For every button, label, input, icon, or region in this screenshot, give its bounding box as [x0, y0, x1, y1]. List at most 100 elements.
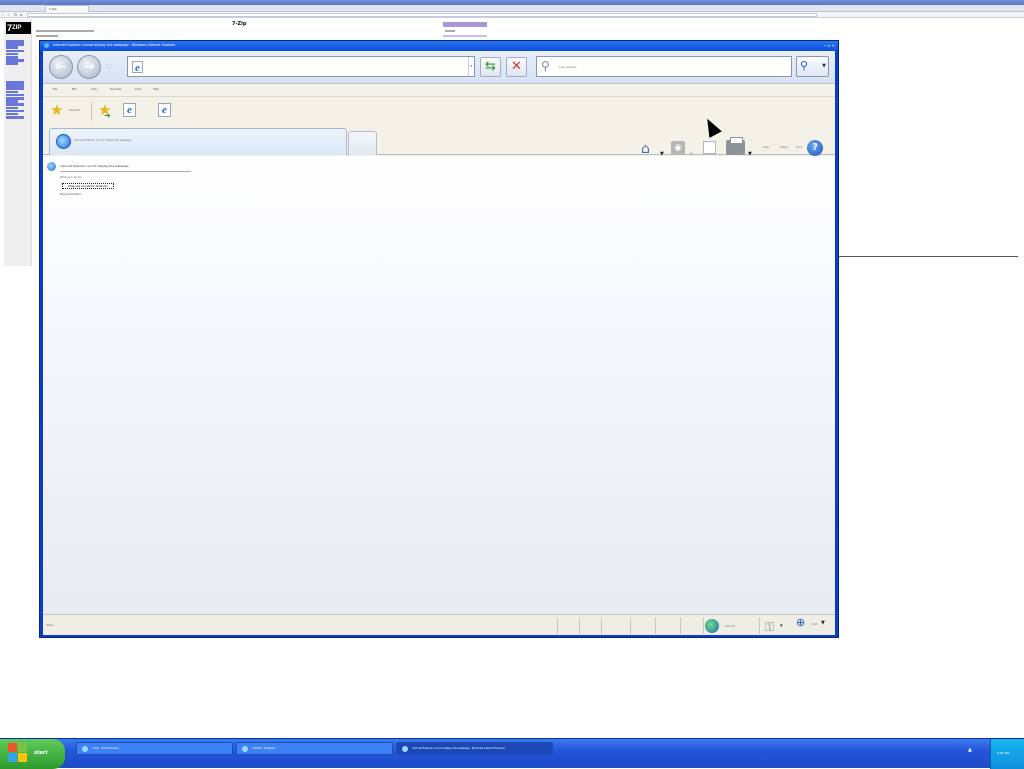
- start-label: start: [34, 750, 48, 756]
- chevron-down-icon[interactable]: ▼: [822, 63, 826, 69]
- refresh-button[interactable]: ⇆: [480, 57, 501, 77]
- zip-nav-link[interactable]: [6, 116, 24, 119]
- status-divider: [655, 618, 656, 634]
- feeds-icon[interactable]: ◉: [671, 141, 685, 155]
- help-icon[interactable]: ?: [807, 140, 823, 156]
- zone-label: Internet: [725, 625, 735, 628]
- search-box[interactable]: ⚲: [536, 56, 792, 77]
- tools-menu[interactable]: Tools: [796, 146, 802, 149]
- ff-reload-icon[interactable]: ↻: [14, 12, 17, 18]
- status-divider: [680, 618, 681, 634]
- task-label: 7-Zip - Mozilla Firefox: [92, 747, 119, 750]
- search-button[interactable]: ⚲ ▼: [796, 56, 829, 77]
- menu-tools[interactable]: Tools: [135, 88, 141, 91]
- status-divider: [759, 618, 760, 634]
- status-divider: [579, 618, 580, 634]
- stop-button[interactable]: ✕: [506, 57, 527, 77]
- ie-titlebar[interactable]: Internet Explorer cannot display the web…: [40, 41, 838, 51]
- background-rule: [838, 256, 1018, 257]
- background-browser-navbar: ‹ › ↻ ⌂: [0, 12, 1024, 18]
- suggested-sites-icon[interactable]: e: [123, 103, 136, 117]
- maximize-icon[interactable]: ▫: [828, 43, 831, 48]
- add-to-favorites-icon[interactable]: ★ ➜: [98, 102, 111, 121]
- logo-blue: [8, 753, 17, 762]
- back-button[interactable]: ←: [49, 55, 73, 79]
- taskbar-button-notepad[interactable]: Untitled - Notepad: [236, 742, 393, 755]
- ie-title-icon: [44, 43, 49, 48]
- zoom-level[interactable]: 100%: [811, 623, 818, 626]
- ff-back-icon[interactable]: ‹: [2, 12, 4, 18]
- zip-nav-link[interactable]: [6, 62, 18, 65]
- ff-forward-icon[interactable]: ›: [8, 12, 10, 18]
- favorites-label[interactable]: Favorites: [69, 109, 80, 112]
- read-mail-icon[interactable]: [703, 141, 716, 154]
- menu-bar: File Edit View Favorites Tools Help: [43, 85, 835, 97]
- menu-file[interactable]: File: [53, 88, 57, 91]
- menu-view[interactable]: View: [91, 88, 97, 91]
- status-divider: [557, 618, 558, 634]
- menu-favorites[interactable]: Favorites: [110, 88, 121, 91]
- ie-page-icon: e: [132, 61, 143, 74]
- ie-globe-icon: [56, 134, 71, 149]
- task-label: Internet Explorer cannot display the web…: [412, 747, 505, 750]
- print-icon[interactable]: [726, 137, 745, 155]
- zip-nav-links: [4, 40, 24, 66]
- address-input[interactable]: [152, 60, 452, 74]
- heading-rule: [60, 171, 191, 172]
- search-input[interactable]: [559, 60, 779, 74]
- logo-yellow: [18, 753, 27, 762]
- search-icon: ⚲: [541, 59, 550, 73]
- clock[interactable]: 8:06 PM: [997, 751, 1009, 755]
- refresh-icon: ⇆: [485, 59, 496, 74]
- ff-home-icon[interactable]: ⌂: [20, 12, 23, 18]
- taskbar-button-ie[interactable]: Internet Explorer cannot display the web…: [396, 742, 553, 755]
- tab-label: Internet Explorer cannot display the web…: [74, 139, 132, 142]
- zip-text-line: [36, 35, 58, 37]
- safety-menu[interactable]: Safety: [780, 146, 788, 149]
- tab-current[interactable]: Internet Explorer cannot display the web…: [49, 128, 347, 155]
- more-information-link[interactable]: More information: [60, 193, 81, 196]
- diagnose-connection-button[interactable]: Diagnose Connection Problems: [62, 183, 114, 189]
- ie-navigation-bar: ← → ♡ e ▾ ⇆ ✕ ⚲ ⚲ ▼: [43, 51, 835, 84]
- menu-edit[interactable]: Edit: [72, 88, 77, 91]
- web-slice-gallery-icon[interactable]: e: [158, 103, 171, 117]
- page-menu[interactable]: Page: [763, 146, 769, 149]
- zip-sidebar: 7ZIP: [4, 19, 32, 266]
- protected-mode-icon[interactable]: ⚿: [765, 620, 774, 634]
- zip-text-line: [445, 30, 455, 32]
- zip-download-box[interactable]: [443, 22, 487, 27]
- address-dropdown-icon[interactable]: ▾: [468, 57, 474, 76]
- status-divider: [703, 618, 704, 634]
- zoom-icon[interactable]: ⊕: [796, 616, 805, 629]
- what-you-can-try: What you can try:: [60, 176, 83, 179]
- zip-text-line: [36, 30, 94, 32]
- menu-help[interactable]: Help: [153, 88, 159, 91]
- ie-client-area: ← → ♡ e ▾ ⇆ ✕ ⚲ ⚲ ▼: [43, 51, 835, 635]
- recent-pages-dropdown[interactable]: ♡: [106, 63, 112, 71]
- system-tray: 8:06 PM: [990, 739, 1024, 769]
- chevron-down-icon[interactable]: ▼: [821, 620, 825, 626]
- zip-text-line: [443, 35, 487, 37]
- show-hidden-icons-icon[interactable]: ▲: [968, 747, 972, 753]
- address-bar[interactable]: e ▾: [127, 56, 475, 77]
- minimize-icon[interactable]: ‒: [824, 43, 827, 48]
- window-controls: ‒ ▫ ×: [824, 43, 835, 48]
- forward-button[interactable]: →: [77, 55, 101, 79]
- favorites-divider: [91, 102, 92, 121]
- ie-window-title: Internet Explorer cannot display the web…: [53, 43, 176, 47]
- error-heading: Internet Explorer cannot display the web…: [60, 164, 129, 168]
- zip-logo: 7ZIP: [6, 22, 31, 34]
- logo-green: [18, 743, 27, 752]
- close-icon[interactable]: ×: [832, 43, 835, 48]
- magnifier-icon: ⚲: [800, 59, 809, 72]
- start-button[interactable]: start: [0, 739, 65, 769]
- internet-zone-icon[interactable]: [705, 619, 719, 633]
- new-tab-button[interactable]: [348, 131, 377, 155]
- logo-red: [8, 743, 17, 752]
- background-browser-url-bar[interactable]: [27, 13, 817, 17]
- favorites-star-icon[interactable]: ★: [50, 102, 63, 119]
- chevron-down-icon[interactable]: ▾: [780, 623, 783, 629]
- taskbar-button-firefox[interactable]: 7-Zip - Mozilla Firefox: [76, 742, 233, 755]
- background-browser-tabbar: 7-Zip: [0, 5, 1024, 12]
- background-browser-tab[interactable]: 7-Zip: [45, 5, 89, 12]
